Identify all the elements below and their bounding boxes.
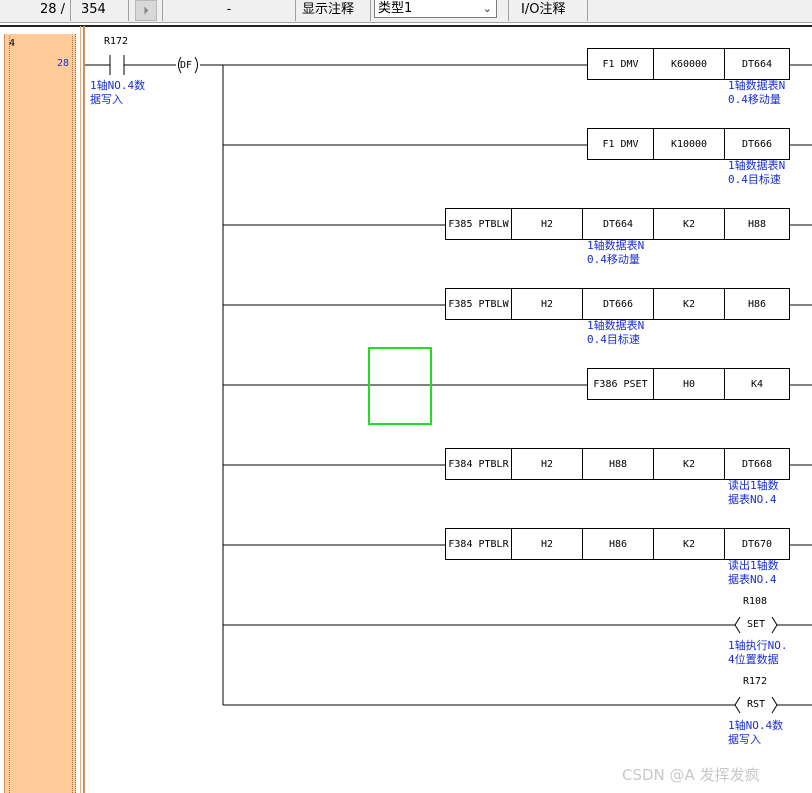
instruction-f1-dmv-2[interactable]: F1 DMV K10000 DT666 <box>587 128 790 160</box>
instruction-cell: H86 <box>747 298 767 310</box>
instruction-f385-ptblw-2[interactable]: F385 PTBLW H2 DT666 K2 H86 <box>445 288 790 320</box>
comment-line: 0.4目标速 <box>587 333 640 346</box>
coil-comment: 1轴执行NO. 4位置数据 <box>728 639 788 667</box>
comment-line: 1轴NO.4数 <box>728 719 784 732</box>
instruction-cell: H88 <box>747 218 767 230</box>
operand-comment: 读出1轴数 据表NO.4 <box>728 479 779 507</box>
instruction-f384-ptblr-2[interactable]: F384 PTBLR H2 H86 K2 DT670 <box>445 528 790 560</box>
comment-line: 1轴数据表N <box>587 239 645 252</box>
instruction-cell: F1 DMV <box>588 49 654 79</box>
contact-r172[interactable] <box>106 54 128 76</box>
comment-line: 据表NO.4 <box>728 493 777 506</box>
instruction-cell: H88 <box>583 449 654 479</box>
comment-line: 据写入 <box>90 93 123 106</box>
instruction-cell: F384 PTBLR <box>446 449 512 479</box>
instruction-cell: H2 <box>512 449 583 479</box>
comment-line: 据表NO.4 <box>728 573 777 586</box>
comment-line: 1轴数据表N <box>587 319 645 332</box>
instruction-cell: DT666 <box>583 289 654 319</box>
comment-line: 4位置数据 <box>728 653 779 666</box>
instruction-cell: DT670 <box>741 538 773 550</box>
instruction-f1-dmv-1[interactable]: F1 DMV K60000 DT664 <box>587 48 790 80</box>
instruction-cell: K2 <box>654 209 725 239</box>
comment-line: 1轴数据表N <box>728 159 786 172</box>
df-instruction[interactable]: DF <box>180 60 192 71</box>
comment-line: 据写入 <box>728 733 761 746</box>
instruction-cell: F385 PTBLW <box>446 289 512 319</box>
contact-comment: 1轴NO.4数 据写入 <box>90 79 145 107</box>
comment-line: 0.4目标速 <box>728 173 781 186</box>
instruction-cell: K10000 <box>654 129 725 159</box>
instruction-cell: K2 <box>654 529 725 559</box>
instruction-cell: DT668 <box>741 458 773 470</box>
coil-address: R108 <box>743 596 768 607</box>
comment-line: 1轴执行NO. <box>728 639 788 652</box>
instruction-cell: DT664 <box>741 58 773 70</box>
instruction-cell: H2 <box>512 289 583 319</box>
instruction-f386-pset[interactable]: F386 PSET H0 K4 <box>587 368 790 400</box>
comment-line: 0.4移动量 <box>587 253 640 266</box>
comment-line: 读出1轴数 <box>728 479 779 492</box>
instruction-cell: K4 <box>750 378 764 390</box>
instruction-cell: K2 <box>654 289 725 319</box>
instruction-cell: DT664 <box>583 209 654 239</box>
instruction-cell: F1 DMV <box>588 129 654 159</box>
coil-set[interactable]: SET <box>747 619 765 630</box>
operand-comment: 1轴数据表N 0.4目标速 <box>587 319 644 347</box>
instruction-cell: H86 <box>583 529 654 559</box>
coil-comment: 1轴NO.4数 据写入 <box>728 719 783 747</box>
edit-cursor[interactable] <box>368 347 432 425</box>
comment-line: 1轴数据表N <box>728 79 786 92</box>
instruction-cell: K60000 <box>654 49 725 79</box>
coil-rst[interactable]: RST <box>747 699 765 710</box>
operand-comment: 1轴数据表N 0.4移动量 <box>587 239 644 267</box>
instruction-cell: H2 <box>512 529 583 559</box>
instruction-cell: F384 PTBLR <box>446 529 512 559</box>
instruction-f384-ptblr-1[interactable]: F384 PTBLR H2 H88 K2 DT668 <box>445 448 790 480</box>
instruction-cell: DT666 <box>741 138 773 150</box>
operand-comment: 1轴数据表N 0.4目标速 <box>728 159 785 187</box>
coil-address: R172 <box>743 676 768 687</box>
operand-comment: 1轴数据表N 0.4移动量 <box>728 79 785 107</box>
instruction-cell: K2 <box>654 449 725 479</box>
instruction-cell: H0 <box>654 369 725 399</box>
watermark: CSDN @A 发挥发疯 <box>622 766 760 784</box>
instruction-cell: F386 PSET <box>588 369 654 399</box>
comment-line: 0.4移动量 <box>728 93 781 106</box>
contact-address: R172 <box>104 36 129 47</box>
comment-line: 1轴NO.4数 <box>90 79 146 92</box>
instruction-f385-ptblw-1[interactable]: F385 PTBLW H2 DT664 K2 H88 <box>445 208 790 240</box>
comment-line: 读出1轴数 <box>728 559 779 572</box>
instruction-cell: H2 <box>512 209 583 239</box>
instruction-cell: F385 PTBLW <box>446 209 512 239</box>
operand-comment: 读出1轴数 据表NO.4 <box>728 559 779 587</box>
